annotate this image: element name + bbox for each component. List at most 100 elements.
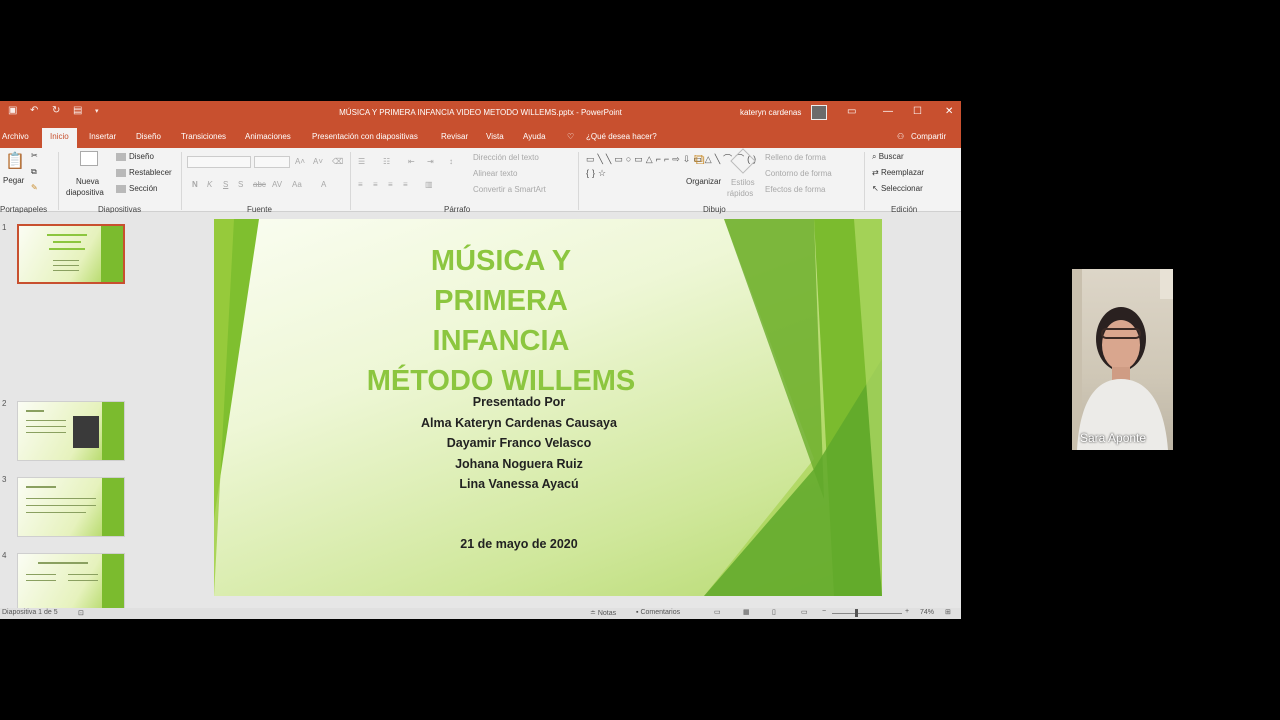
tell-me-search[interactable]: ¿Qué desea hacer? bbox=[586, 132, 657, 141]
font-name-select[interactable] bbox=[187, 156, 251, 168]
shrink-font-icon[interactable]: A˅ bbox=[313, 157, 323, 166]
tab-animaciones[interactable]: Animaciones bbox=[245, 132, 291, 141]
arrange-icon[interactable]: ⧉ bbox=[694, 151, 705, 168]
arrange-button[interactable]: Organizar bbox=[686, 177, 721, 186]
align-center-icon[interactable]: ≡ bbox=[373, 180, 378, 189]
slide-count: Diapositiva 1 de 5 bbox=[2, 609, 58, 616]
tab-transiciones[interactable]: Transiciones bbox=[181, 132, 226, 141]
tab-presentacion[interactable]: Presentación con diapositivas bbox=[312, 132, 418, 141]
zoom-level[interactable]: 74% bbox=[920, 609, 934, 616]
zoom-in-icon[interactable]: + bbox=[905, 608, 909, 615]
shadow-icon[interactable]: S bbox=[238, 180, 243, 189]
tab-revisar[interactable]: Revisar bbox=[441, 132, 468, 141]
increase-indent-icon[interactable]: ⇥ bbox=[427, 157, 434, 166]
paste-button[interactable]: Pegar bbox=[3, 176, 24, 185]
font-color-icon[interactable]: A bbox=[321, 180, 326, 189]
replace-button[interactable]: ⇄ Reemplazar bbox=[872, 168, 924, 177]
cursor-icon: ↖ bbox=[872, 184, 881, 193]
align-left-icon[interactable]: ≡ bbox=[358, 180, 363, 189]
smartart-button[interactable]: Convertir a SmartArt bbox=[473, 185, 546, 194]
new-slide-icon[interactable] bbox=[80, 151, 98, 166]
tab-vista[interactable]: Vista bbox=[486, 132, 504, 141]
align-text-button[interactable]: Alinear texto bbox=[473, 169, 517, 178]
quick-styles-icon[interactable] bbox=[730, 148, 756, 174]
justify-icon[interactable]: ≡ bbox=[403, 180, 408, 189]
cut-icon[interactable]: ✂ bbox=[31, 151, 38, 160]
reset-button[interactable]: Restablecer bbox=[116, 168, 172, 177]
numbering-icon[interactable]: ☷ bbox=[383, 157, 390, 166]
thumb-number: 3 bbox=[2, 475, 7, 484]
thumb-line bbox=[53, 241, 81, 243]
format-painter-icon[interactable]: ✎ bbox=[31, 183, 38, 192]
comments-button[interactable]: ▪ Comentarios bbox=[636, 609, 680, 616]
accessibility-icon[interactable]: ⊡ bbox=[78, 609, 84, 617]
thumb-photo bbox=[73, 416, 99, 448]
slide-thumbnail-1[interactable] bbox=[17, 224, 125, 284]
presenters-block[interactable]: Presentado Por Alma Kateryn Cardenas Cau… bbox=[374, 392, 664, 495]
font-size-select[interactable] bbox=[254, 156, 290, 168]
layout-button[interactable]: Diseño bbox=[116, 152, 154, 161]
share-button[interactable]: Compartir bbox=[911, 132, 946, 141]
copy-icon[interactable]: ⧉ bbox=[31, 167, 37, 177]
slide-date[interactable]: 21 de mayo de 2020 bbox=[374, 537, 664, 551]
slideshow-icon[interactable]: ▭ bbox=[801, 608, 808, 616]
section-button[interactable]: Sección bbox=[116, 184, 157, 193]
underline-icon[interactable]: S bbox=[223, 180, 228, 189]
italic-icon[interactable]: K bbox=[207, 180, 212, 189]
find-button[interactable]: ⌕ Buscar bbox=[872, 152, 904, 162]
webcam-tile[interactable]: Sara Aponte bbox=[1072, 269, 1173, 450]
bold-icon[interactable]: N bbox=[192, 180, 198, 189]
slide-thumbnail-4[interactable] bbox=[17, 553, 125, 613]
reading-view-icon[interactable]: ▯ bbox=[772, 608, 776, 616]
change-case-icon[interactable]: Aa bbox=[292, 180, 302, 189]
paste-icon[interactable]: 📋 bbox=[5, 151, 25, 171]
zoom-out-icon[interactable]: − bbox=[822, 608, 826, 615]
user-name[interactable]: kateryn cardenas bbox=[740, 108, 801, 117]
thumb-number: 4 bbox=[2, 551, 7, 560]
clear-format-icon[interactable]: ⌫ bbox=[332, 157, 343, 166]
presenters-heading: Presentado Por bbox=[472, 395, 566, 409]
user-avatar[interactable] bbox=[811, 105, 827, 120]
tab-archivo[interactable]: Archivo bbox=[2, 132, 29, 141]
tab-diseno[interactable]: Diseño bbox=[136, 132, 161, 141]
bullets-icon[interactable]: ☰ bbox=[358, 157, 365, 166]
line-spacing-icon[interactable]: ↕ bbox=[449, 157, 453, 166]
tab-insertar[interactable]: Insertar bbox=[89, 132, 116, 141]
ribbon-display-options-icon[interactable]: ▭ bbox=[847, 106, 856, 117]
new-slide-label-1[interactable]: Nueva bbox=[76, 177, 99, 186]
maximize-icon[interactable]: ☐ bbox=[913, 106, 922, 117]
zoom-slider[interactable] bbox=[832, 613, 902, 614]
shape-fill-button[interactable]: Relleno de forma bbox=[765, 153, 826, 162]
char-spacing-icon[interactable]: AV bbox=[272, 180, 282, 189]
slide-canvas[interactable]: MÚSICA Y PRIMERA INFANCIA MÉTODO WILLEMS… bbox=[214, 219, 882, 596]
slide-thumbnail-3[interactable] bbox=[17, 477, 125, 537]
shape-outline-button[interactable]: Contorno de forma bbox=[765, 169, 832, 178]
group-label-dibujo: Dibujo bbox=[703, 205, 726, 214]
notes-button[interactable]: ≐ Notas bbox=[590, 609, 616, 617]
quick-styles-label-2[interactable]: rápidos bbox=[727, 189, 753, 198]
align-right-icon[interactable]: ≡ bbox=[388, 180, 393, 189]
close-icon[interactable]: ✕ bbox=[945, 106, 953, 117]
slide-sorter-icon[interactable]: ▦ bbox=[743, 608, 750, 616]
quick-styles-label-1[interactable]: Estilos bbox=[731, 178, 755, 187]
thumb-line bbox=[53, 270, 79, 271]
decrease-indent-icon[interactable]: ⇤ bbox=[408, 157, 415, 166]
grow-font-icon[interactable]: A˄ bbox=[295, 157, 305, 166]
slide-title[interactable]: MÚSICA Y PRIMERA INFANCIA MÉTODO WILLEMS bbox=[364, 241, 638, 401]
tab-ayuda[interactable]: Ayuda bbox=[523, 132, 546, 141]
tab-inicio[interactable]: Inicio bbox=[42, 128, 77, 148]
minimize-icon[interactable]: — bbox=[883, 106, 893, 117]
text-direction-button[interactable]: Dirección del texto bbox=[473, 153, 539, 162]
new-slide-label-2[interactable]: diapositiva bbox=[66, 188, 104, 197]
slide-thumbnail-2[interactable] bbox=[17, 401, 125, 461]
select-label: Seleccionar bbox=[880, 184, 923, 193]
columns-icon[interactable]: ▥ bbox=[425, 180, 433, 189]
shape-effects-button[interactable]: Efectos de forma bbox=[765, 185, 825, 194]
fit-to-window-icon[interactable]: ⊞ bbox=[945, 608, 951, 616]
shapes-gallery[interactable]: ▭╲╲▭○▭△⌐⌐⇨⇩▭△╲⌒⌒(){}☆ bbox=[586, 152, 756, 180]
strikethrough-icon[interactable]: abc bbox=[253, 180, 266, 189]
normal-view-icon[interactable]: ▭ bbox=[714, 608, 721, 616]
zoom-slider-thumb[interactable] bbox=[855, 609, 858, 617]
title-bar: ▣ ↶ ↻ ▤ ▾ MÚSICA Y PRIMERA INFANCIA VIDE… bbox=[0, 101, 961, 124]
select-button[interactable]: ↖ Seleccionar bbox=[872, 184, 923, 193]
